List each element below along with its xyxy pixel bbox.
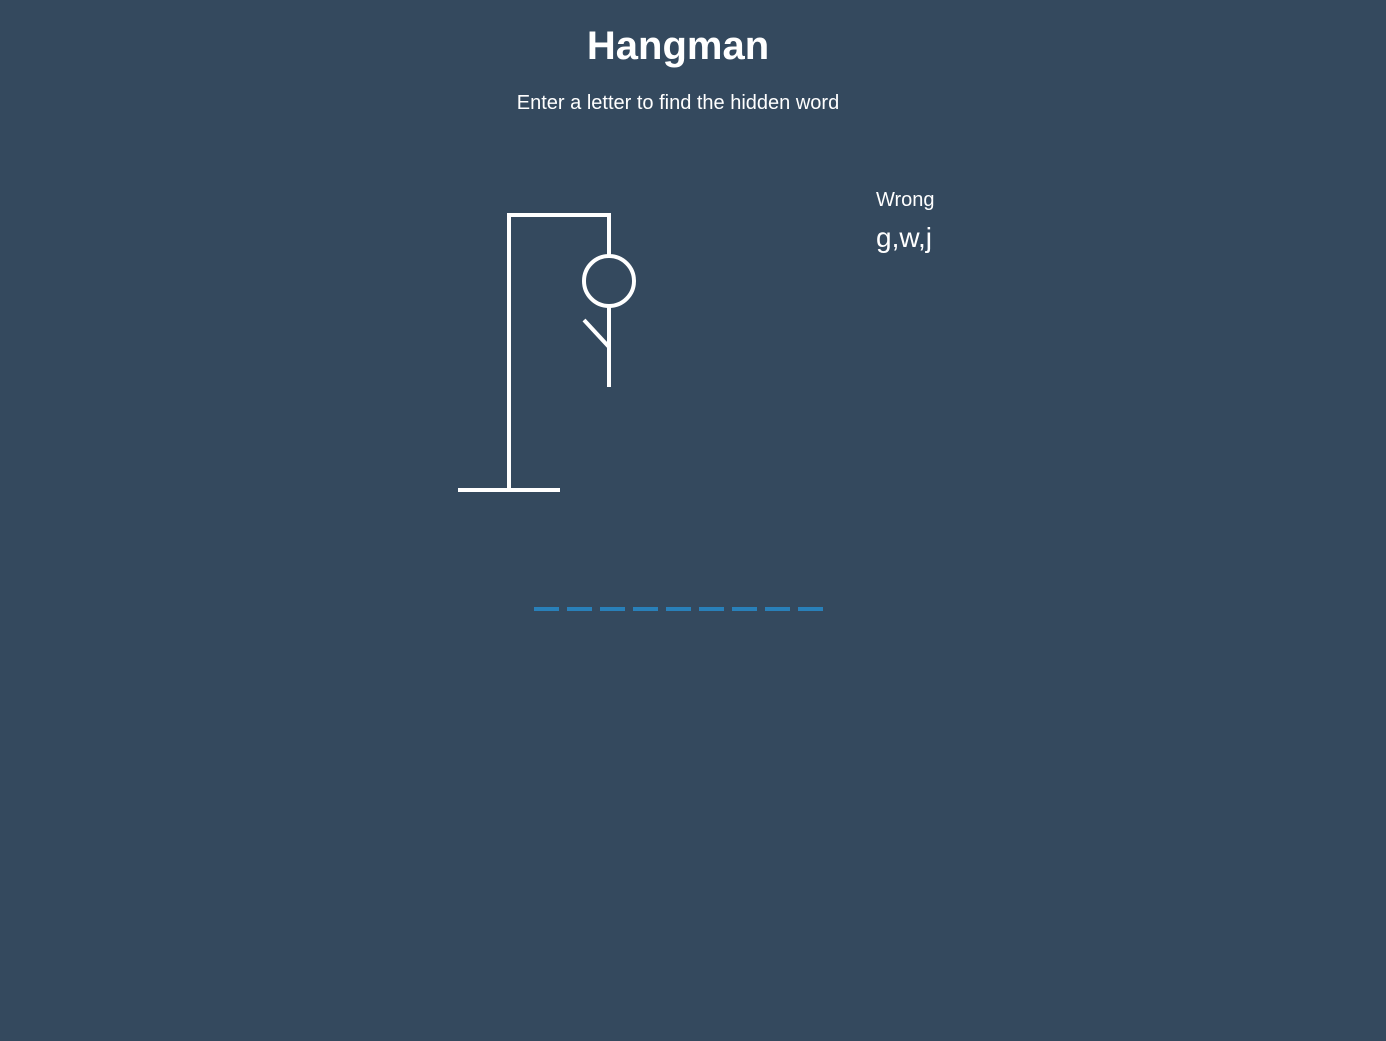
letter-slot bbox=[600, 585, 625, 611]
letter-slot bbox=[534, 585, 559, 611]
figure-left-arm bbox=[582, 318, 611, 349]
letter-slot bbox=[699, 585, 724, 611]
hangman-page: Hangman Enter a letter to find the hidde… bbox=[0, 0, 1386, 1041]
hangman-figure bbox=[458, 213, 636, 492]
figure-head bbox=[582, 254, 636, 308]
page-subtitle: Enter a letter to find the hidden word bbox=[516, 92, 840, 114]
page-title: Hangman bbox=[586, 24, 770, 68]
wrong-letters: g,w,j bbox=[876, 222, 933, 253]
letter-slot bbox=[666, 585, 691, 611]
letter-slot bbox=[765, 585, 790, 611]
hidden-word bbox=[534, 585, 823, 611]
letter-slot bbox=[798, 585, 823, 611]
letter-slot bbox=[633, 585, 658, 611]
wrong-label: Wrong bbox=[876, 189, 935, 211]
letter-slot bbox=[567, 585, 592, 611]
wrong-letters-panel: Wrong g,w,j bbox=[876, 188, 996, 254]
letter-slot bbox=[732, 585, 757, 611]
